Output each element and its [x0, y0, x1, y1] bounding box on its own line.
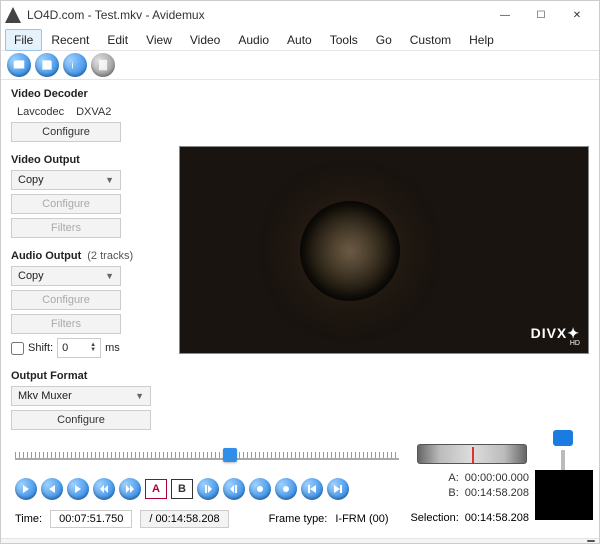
shift-value: 0 [62, 342, 68, 354]
shift-unit: ms [105, 342, 120, 354]
frametype-value: I-FRM (00) [335, 513, 388, 525]
footer-badge [587, 540, 595, 542]
video-output-title: Video Output [11, 154, 169, 166]
prev-black-button[interactable] [249, 478, 271, 500]
minimize-button[interactable]: — [487, 1, 523, 29]
output-format-title: Output Format [11, 370, 169, 382]
window-title: LO4D.com - Test.mkv - Avidemux [27, 8, 205, 22]
spin-arrows-icon: ▲▼ [90, 343, 96, 353]
audio-filters-button[interactable]: Filters [11, 314, 121, 334]
output-format-value: Mkv Muxer [18, 390, 72, 402]
time-label: Time: [15, 513, 42, 525]
timeline-thumb[interactable] [223, 448, 237, 462]
timeline-track [15, 458, 399, 460]
titlebar: LO4D.com - Test.mkv - Avidemux — ☐ ✕ [1, 1, 599, 29]
shift-spinbox[interactable]: 0 ▲▼ [57, 338, 101, 358]
play-button[interactable] [15, 478, 37, 500]
statusbar [1, 538, 599, 543]
toolbar: i [1, 51, 599, 80]
save-icon[interactable] [35, 53, 59, 77]
video-configure-button[interactable]: Configure [11, 194, 121, 214]
selection-value: 00:14:58.208 [465, 512, 529, 524]
audio-tracks-hint: (2 tracks) [87, 250, 133, 262]
menu-auto[interactable]: Auto [278, 29, 321, 51]
bottom-panel: A B A: 00:00:00.000 B: 00:14:58.208 Select… [1, 436, 599, 538]
audio-configure-button[interactable]: Configure [11, 290, 121, 310]
info-icon[interactable]: i [63, 53, 87, 77]
audio-output-combo[interactable]: Copy ▼ [11, 266, 121, 286]
preview-content [300, 201, 400, 301]
menu-help[interactable]: Help [460, 29, 503, 51]
marker-b-label: B: [409, 487, 459, 499]
marker-b-value: 00:14:58.208 [465, 487, 529, 499]
divx-watermark: DIVX✦ HD [531, 325, 580, 347]
format-configure-button[interactable]: Configure [11, 410, 151, 430]
rewind-button[interactable] [93, 478, 115, 500]
codec-label: Lavcodec [17, 106, 64, 118]
menu-tools[interactable]: Tools [321, 29, 367, 51]
jog-wheel[interactable] [417, 444, 527, 464]
decoder-configure-button[interactable]: Configure [11, 122, 121, 142]
open-icon[interactable] [7, 53, 31, 77]
menu-file[interactable]: File [5, 29, 42, 51]
audio-output-title: Audio Output(2 tracks) [11, 250, 169, 262]
chevron-down-icon: ▼ [105, 271, 114, 281]
next-black-button[interactable] [275, 478, 297, 500]
video-filters-button[interactable]: Filters [11, 218, 121, 238]
menu-edit[interactable]: Edit [98, 29, 137, 51]
maximize-button[interactable]: ☐ [523, 1, 559, 29]
marker-a-value: 00:00:00.000 [465, 472, 529, 484]
menu-go[interactable]: Go [367, 29, 401, 51]
app-icon [5, 7, 21, 23]
menu-custom[interactable]: Custom [401, 29, 460, 51]
chevron-down-icon: ▼ [135, 391, 144, 401]
video-output-combo[interactable]: Copy ▼ [11, 170, 121, 190]
codec-value: DXVA2 [76, 106, 111, 118]
svg-text:i: i [72, 61, 74, 71]
duration-value: / 00:14:58.208 [140, 510, 228, 528]
video-decoder-title: Video Decoder [11, 88, 169, 100]
output-format-combo[interactable]: Mkv Muxer ▼ [11, 386, 151, 406]
fast-forward-button[interactable] [119, 478, 141, 500]
last-frame-button[interactable] [327, 478, 349, 500]
side-panel: Video Decoder Lavcodec DXVA2 Configure V… [11, 86, 169, 430]
marker-a-label: A: [409, 472, 459, 484]
selection-label: Selection: [410, 512, 458, 524]
frametype-label: Frame type: [269, 513, 328, 525]
shift-label: Shift: [28, 342, 53, 354]
first-frame-button[interactable] [301, 478, 323, 500]
prev-keyframe-button[interactable] [41, 478, 63, 500]
menu-video[interactable]: Video [181, 29, 229, 51]
menubar: File Recent Edit View Video Audio Auto T… [1, 29, 599, 51]
goto-b-button[interactable] [223, 478, 245, 500]
video-preview[interactable]: DIVX✦ HD [179, 146, 589, 354]
menu-recent[interactable]: Recent [42, 29, 98, 51]
secondary-monitor [535, 470, 593, 520]
shift-checkbox[interactable] [11, 342, 24, 355]
menu-audio[interactable]: Audio [229, 29, 278, 51]
time-field[interactable]: 00:07:51.750 [50, 510, 132, 528]
speaker-icon[interactable] [553, 430, 573, 446]
chevron-down-icon: ▼ [105, 175, 114, 185]
goto-a-button[interactable] [197, 478, 219, 500]
audio-output-value: Copy [18, 270, 44, 282]
ab-markers-panel: A: 00:00:00.000 B: 00:14:58.208 [409, 472, 529, 502]
close-button[interactable]: ✕ [559, 1, 595, 29]
next-keyframe-button[interactable] [67, 478, 89, 500]
timeline[interactable] [15, 442, 399, 466]
video-output-value: Copy [18, 174, 44, 186]
set-marker-a-button[interactable]: A [145, 479, 167, 499]
menu-view[interactable]: View [137, 29, 181, 51]
set-marker-b-button[interactable]: B [171, 479, 193, 499]
calc-icon[interactable] [91, 53, 115, 77]
